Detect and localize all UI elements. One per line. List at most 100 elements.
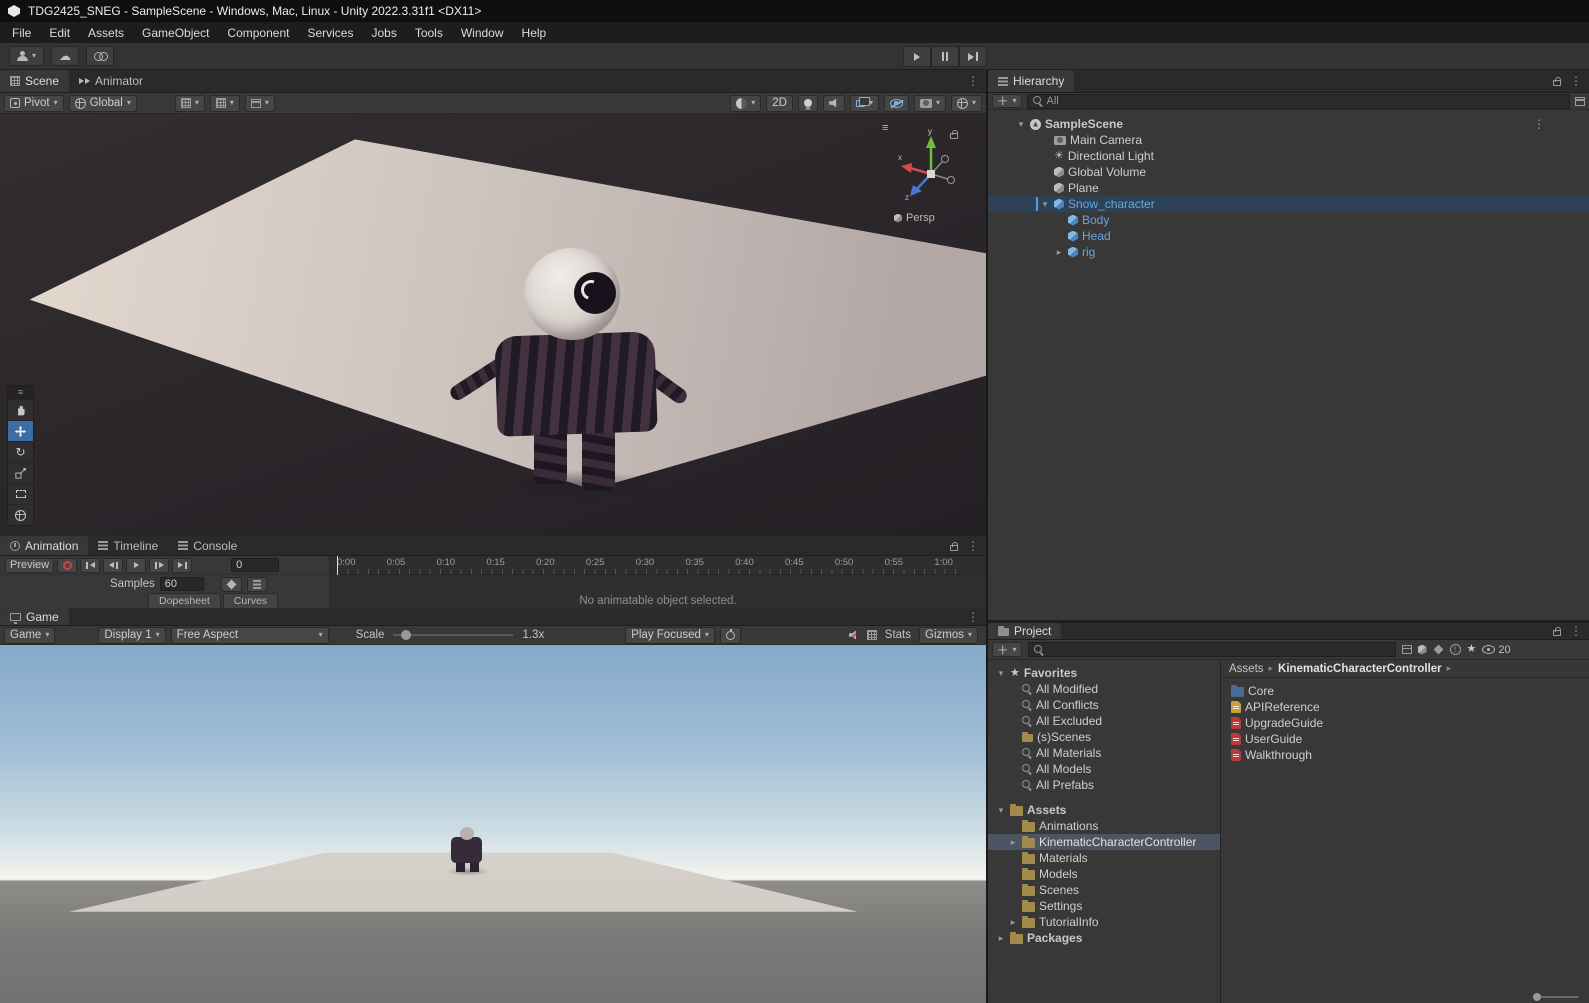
previous-key-button[interactable] [103, 558, 123, 573]
more-icon[interactable]: ⋮ [967, 610, 979, 624]
pivot-dropdown[interactable]: Pivot▾ [4, 95, 64, 112]
cloud-button[interactable]: ☁ [51, 46, 79, 66]
scale-slider-knob[interactable] [401, 630, 411, 640]
file-core[interactable]: Core [1222, 683, 1589, 699]
menu-services[interactable]: Services [298, 24, 362, 42]
account-button[interactable]: ▾ [9, 46, 44, 66]
favorite-all-materials[interactable]: All Materials [988, 745, 1220, 761]
gizmos-dropdown[interactable]: Gizmos▾ [919, 627, 978, 644]
scene-visibility-toggle[interactable] [884, 95, 909, 112]
stats-grid-icon[interactable] [867, 630, 877, 640]
menu-help[interactable]: Help [513, 24, 556, 42]
thumbnail-zoom-slider[interactable] [1533, 996, 1579, 998]
file-walkthrough[interactable]: Walkthrough [1222, 747, 1589, 763]
stats-button[interactable]: Stats [885, 629, 911, 641]
overlay-menu-icon[interactable]: ≡ [882, 122, 889, 134]
hierarchy-item-rig[interactable]: ▸ rig [988, 244, 1589, 260]
overlay-drag-handle[interactable]: ≡ [8, 386, 33, 399]
hierarchy-item-head[interactable]: Head [988, 228, 1589, 244]
menu-jobs[interactable]: Jobs [362, 24, 405, 42]
playhead[interactable] [337, 556, 338, 575]
package-icon[interactable] [1418, 645, 1427, 655]
more-icon[interactable]: ⋮ [967, 74, 979, 88]
favorites-header[interactable]: ▾ ★ Favorites [988, 665, 1220, 681]
tab-hierarchy[interactable]: Hierarchy [988, 70, 1074, 92]
favorite-scenes-search[interactable]: (s)Scenes [988, 729, 1220, 745]
add-event-button[interactable] [247, 577, 267, 592]
grid-visibility-dropdown[interactable]: ▾ [175, 95, 205, 112]
game-viewport[interactable] [0, 645, 986, 1003]
menu-tools[interactable]: Tools [406, 24, 452, 42]
menu-edit[interactable]: Edit [40, 24, 79, 42]
foldout-open-icon[interactable]: ▾ [996, 805, 1006, 816]
breadcrumb-current[interactable]: KinematicCharacterController [1278, 663, 1442, 675]
folder-scenes[interactable]: Scenes [988, 882, 1220, 898]
foldout-closed-icon[interactable]: ▸ [1008, 917, 1018, 928]
lighting-toggle[interactable] [798, 95, 818, 112]
scene-viewport[interactable]: ≡ y x z Persp [0, 114, 986, 536]
hierarchy-item-global-volume[interactable]: Global Volume [988, 164, 1589, 180]
file-apireference[interactable]: APIReference [1222, 699, 1589, 715]
menu-file[interactable]: File [3, 24, 40, 42]
menu-gameobject[interactable]: GameObject [133, 24, 218, 42]
more-icon[interactable]: ⋮ [1570, 74, 1582, 88]
audio-toggle[interactable] [823, 95, 845, 112]
scale-slider[interactable] [393, 634, 513, 636]
search-filter-icon[interactable] [1575, 97, 1585, 106]
packages-root[interactable]: ▸ Packages [988, 930, 1220, 946]
foldout-closed-icon[interactable]: ▸ [996, 933, 1006, 944]
snap-increment-dropdown[interactable]: ▾ [210, 95, 240, 112]
tab-project[interactable]: Project [988, 623, 1061, 639]
menu-component[interactable]: Component [218, 24, 298, 42]
foldout-open-icon[interactable]: ▾ [1016, 119, 1026, 130]
file-upgradeguide[interactable]: UpgradeGuide [1222, 715, 1589, 731]
timeline-content[interactable]: No animatable object selected. [330, 575, 986, 608]
lock-icon[interactable] [1553, 80, 1561, 86]
tab-game[interactable]: Game [0, 608, 69, 625]
play-button[interactable] [903, 46, 931, 67]
shading-mode-dropdown[interactable]: ▾ [730, 95, 761, 112]
samples-field[interactable]: 60 [160, 577, 204, 591]
curves-tab[interactable]: Curves [223, 593, 278, 608]
hierarchy-item-directional-light[interactable]: ☀ Directional Light [988, 148, 1589, 164]
rotate-tool-button[interactable]: ↻ [8, 441, 33, 462]
breadcrumb-assets[interactable]: Assets [1229, 663, 1264, 675]
lock-icon[interactable] [950, 545, 958, 551]
first-frame-button[interactable] [80, 558, 100, 573]
display-dropdown[interactable]: Display 1▾ [98, 627, 165, 644]
play-focused-dropdown[interactable]: Play Focused▾ [625, 627, 715, 644]
assets-root[interactable]: ▾ Assets [988, 802, 1220, 818]
hierarchy-item-snow-character[interactable]: ▾ Snow_character [988, 196, 1589, 212]
lock-icon[interactable] [1553, 630, 1561, 636]
orientation-gizmo[interactable]: y x z [898, 124, 964, 200]
tab-timeline[interactable]: Timeline [88, 536, 168, 555]
favorite-all-excluded[interactable]: All Excluded [988, 713, 1220, 729]
project-search-input[interactable] [1028, 642, 1396, 657]
folder-kinematiccharactercontroller[interactable]: ▸ KinematicCharacterController [988, 834, 1220, 850]
gizmos-dropdown-scene[interactable]: ▾ [951, 95, 982, 112]
folder-materials[interactable]: Materials [988, 850, 1220, 866]
frame-field[interactable]: 0 [231, 558, 279, 572]
tab-animator[interactable]: Animator [69, 70, 153, 92]
favorite-all-modified[interactable]: All Modified [988, 681, 1220, 697]
menu-assets[interactable]: Assets [79, 24, 133, 42]
global-dropdown[interactable]: Global▾ [69, 95, 137, 112]
foldout-open-icon[interactable]: ▾ [996, 668, 1006, 679]
folder-models[interactable]: Models [988, 866, 1220, 882]
create-asset-button[interactable]: ＋▾ [992, 642, 1022, 657]
dopesheet-tab[interactable]: Dopesheet [148, 593, 221, 608]
timeline-ruler[interactable]: 0:000:050:100:150:200:250:300:350:400:45… [330, 556, 986, 575]
custom-tool-button[interactable] [8, 504, 33, 525]
favorite-all-models[interactable]: All Models [988, 761, 1220, 777]
hierarchy-search-input[interactable]: All [1027, 94, 1570, 109]
more-icon[interactable]: ⋮ [1570, 624, 1582, 638]
hierarchy-item-plane[interactable]: Plane [988, 180, 1589, 196]
foldout-closed-icon[interactable]: ▸ [1054, 247, 1064, 258]
mute-audio-icon[interactable] [849, 630, 859, 640]
info-icon[interactable]: ! [1450, 644, 1461, 655]
pause-button[interactable] [931, 46, 959, 67]
rect-tool-button[interactable] [8, 483, 33, 504]
projection-label[interactable]: Persp [894, 212, 935, 224]
foldout-closed-icon[interactable]: ▸ [1008, 837, 1018, 848]
folder-settings[interactable]: Settings [988, 898, 1220, 914]
